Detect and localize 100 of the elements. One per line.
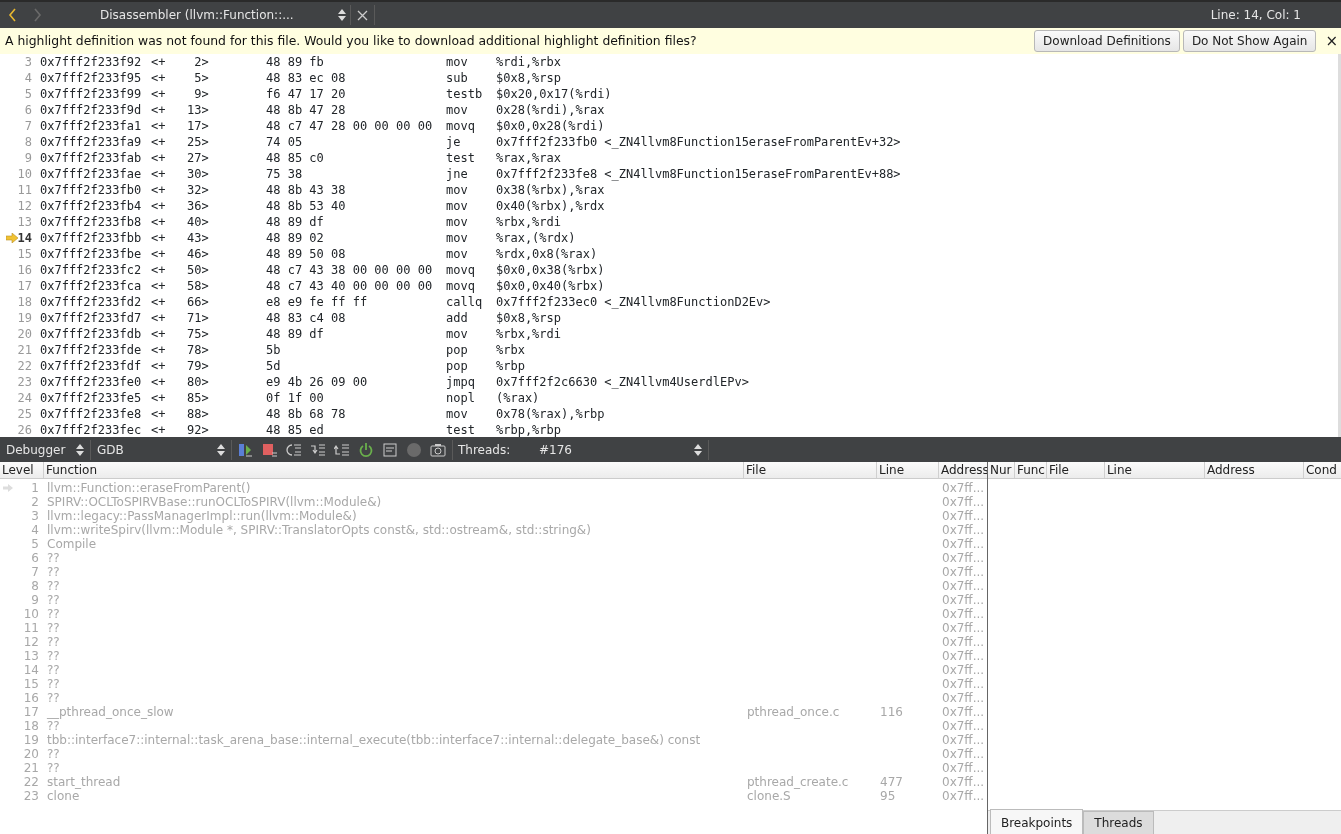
line-number: 21	[17, 342, 32, 358]
level-cell-text: 10	[22, 607, 40, 621]
column-header[interactable]: Cond	[1303, 462, 1341, 478]
level-cell-text: 14	[22, 663, 40, 677]
column-header[interactable]: File	[1046, 462, 1105, 478]
step-out-icon[interactable]	[334, 441, 350, 458]
instruction-bytes: 48 89 02	[266, 230, 325, 246]
address-cell: 0x7ff...	[942, 789, 985, 803]
line-number: 14	[17, 230, 32, 246]
mnemonic: add	[446, 310, 469, 326]
mnemonic: mov	[446, 246, 469, 262]
level-cell-text: 5	[30, 537, 40, 551]
line-number: 3	[24, 54, 32, 70]
offset: <+ 58>	[151, 278, 210, 294]
level-cell-text: 1	[30, 481, 40, 495]
offset: <+ 36>	[151, 198, 210, 214]
function-cell: ??	[47, 565, 60, 579]
function-cell: ??	[47, 593, 60, 607]
offset: <+ 25>	[151, 134, 210, 150]
address: 0x7fff2f233fe0	[39, 374, 143, 390]
close-icon[interactable]	[357, 9, 368, 21]
thread-selector[interactable]: #176	[533, 437, 708, 462]
tab[interactable]: Breakpoints	[989, 809, 1084, 834]
column-header[interactable]: Func	[1014, 462, 1047, 478]
line-number: 10	[17, 166, 32, 182]
column-header[interactable]: Line	[1104, 462, 1205, 478]
address: 0x7fff2f233fca	[39, 278, 143, 294]
offset: <+ 30>	[151, 166, 210, 182]
address: 0x7fff2f233fae	[39, 166, 143, 182]
instruction-bytes: 48 8b 43 38	[266, 182, 347, 198]
column-header[interactable]: Line	[877, 462, 939, 478]
document-selector[interactable]: Disassembler (llvm::Function::...	[100, 6, 350, 24]
line-number: 4	[24, 70, 32, 86]
close-button[interactable]: ×	[1325, 29, 1338, 53]
address-cell: 0x7ff...	[942, 607, 985, 621]
offset: <+ 79>	[151, 358, 210, 374]
line-number: 12	[17, 198, 32, 214]
line-number: 26	[17, 422, 32, 437]
stop-icon[interactable]	[262, 441, 278, 458]
line-number: 6	[24, 102, 32, 118]
address-cell: 0x7ff...	[942, 621, 985, 635]
instruction-bytes: 48 c7 47 28 00 00 00 00	[266, 118, 434, 134]
offset: <+ 75>	[151, 326, 210, 342]
operands: %rbp	[496, 358, 525, 374]
operands: (%rax)	[496, 390, 540, 406]
continue-icon[interactable]	[238, 441, 254, 458]
column-header[interactable]: Nur	[987, 462, 1015, 478]
instruction-bytes: 48 89 df	[266, 326, 325, 342]
instruction-bytes: 5d	[266, 358, 282, 374]
operands: %rbx	[496, 342, 525, 358]
address: 0x7fff2f233fc2	[39, 262, 143, 278]
camera-icon[interactable]	[430, 441, 446, 458]
line-number: 11	[17, 182, 32, 198]
instruction-bytes: f6 47 17 20	[266, 86, 347, 102]
address-cell: 0x7ff...	[942, 747, 985, 761]
offset: <+ 9>	[151, 86, 210, 102]
mnemonic: mov	[446, 102, 469, 118]
column-header[interactable]: Address	[1204, 462, 1304, 478]
level-cell-text: 9	[30, 593, 40, 607]
address-cell: 0x7ff...	[942, 523, 985, 537]
operands: 0x38(%rbx),%rax	[496, 182, 605, 198]
address: 0x7fff2f233fdb	[39, 326, 143, 342]
power-icon[interactable]	[358, 441, 374, 458]
step-into-icon[interactable]	[310, 441, 326, 458]
address: 0x7fff2f233fb0	[39, 182, 143, 198]
line-number: 16	[17, 262, 32, 278]
function-cell: __pthread_once_slow	[47, 705, 174, 719]
step-over-icon[interactable]	[286, 441, 302, 458]
instruction-bytes: 48 85 ed	[266, 422, 325, 437]
function-cell: ??	[47, 691, 60, 705]
operands: %rbx,%rdi	[496, 214, 562, 230]
line-number: 8	[24, 134, 32, 150]
function-cell: ??	[47, 747, 60, 761]
tab[interactable]: Threads	[1083, 811, 1154, 834]
mnemonic: mov	[446, 326, 469, 342]
address-cell: 0x7ff...	[942, 691, 985, 705]
line-cell: 95	[880, 789, 896, 803]
operands: $0x8,%rsp	[496, 70, 562, 86]
mnemonic: mov	[446, 182, 469, 198]
address: 0x7fff2f233fbb	[39, 230, 143, 246]
dont-show-button[interactable]: Download Definitions	[1034, 30, 1180, 52]
offset: <+ 27>	[151, 150, 210, 166]
level-cell-text: 15	[22, 677, 40, 691]
file-cell: pthread_create.c	[747, 775, 849, 789]
column-header[interactable]: Function	[44, 462, 744, 478]
current-line-arrow-icon	[5, 233, 18, 243]
address: 0x7fff2f233f95	[39, 70, 143, 86]
operands: $0x0,0x28(%rdi)	[496, 118, 605, 134]
function-cell: start_thread	[47, 775, 121, 789]
download-button[interactable]: Do Not Show Again	[1182, 30, 1317, 52]
perspective-selector[interactable]: Debugger	[0, 437, 90, 462]
column-header[interactable]: Level	[0, 462, 44, 478]
function-cell: ??	[47, 677, 60, 691]
engine-selector[interactable]: GDB	[91, 437, 231, 462]
instruction-icon[interactable]	[382, 441, 398, 458]
back-icon[interactable]	[6, 7, 19, 23]
operands: $0x20,0x17(%rdi)	[496, 86, 612, 102]
column-header[interactable]: File	[744, 462, 877, 478]
instruction-bytes: 48 c7 43 40 00 00 00 00	[266, 278, 434, 294]
address-cell: 0x7ff...	[942, 677, 985, 691]
